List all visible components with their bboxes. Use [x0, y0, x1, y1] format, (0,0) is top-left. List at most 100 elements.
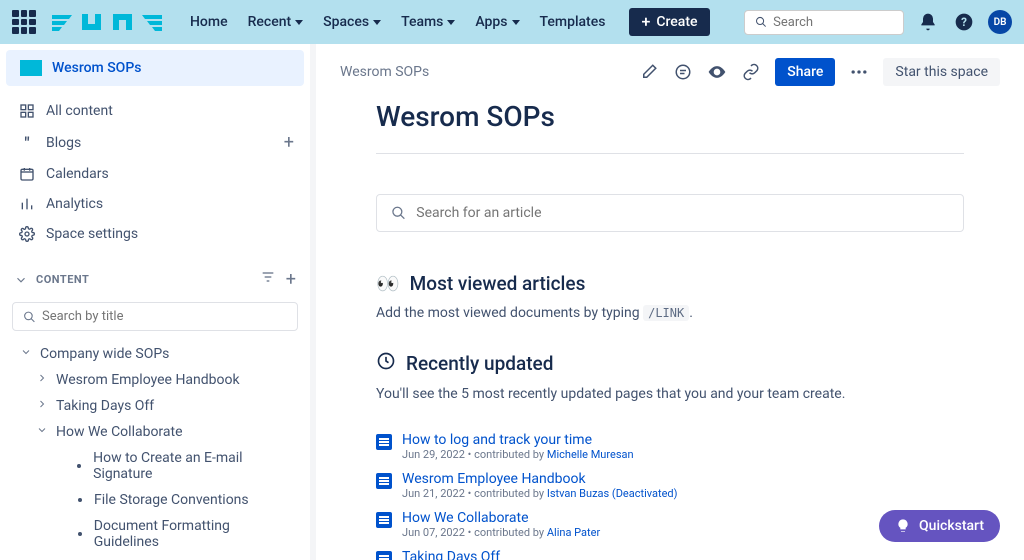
avatar[interactable]: DB — [988, 10, 1012, 34]
contributor-link[interactable]: Istvan Buzas (Deactivated) — [547, 487, 678, 500]
document-icon — [376, 473, 392, 489]
chart-icon — [18, 196, 36, 212]
app-switcher-icon[interactable] — [12, 10, 36, 34]
most-viewed-desc: Add the most viewed documents by typing … — [376, 305, 964, 321]
tree-item[interactable]: File Storage Conventions — [8, 487, 302, 513]
contributor-link[interactable]: Alina Pater — [547, 526, 600, 539]
chevron-down-icon[interactable] — [14, 273, 28, 287]
search-input[interactable] — [773, 15, 893, 30]
nav-item-home[interactable]: Home — [182, 8, 236, 36]
content-header-bar: Wesrom SOPs Share Star this space — [316, 44, 1024, 100]
tree-item[interactable]: Holding Effective Meetings — [8, 555, 302, 560]
quickstart-label: Quickstart — [919, 518, 984, 534]
nav-item-recent[interactable]: Recent — [240, 8, 312, 36]
tree-item[interactable]: How We Collaborate — [8, 419, 302, 445]
grid-icon — [18, 103, 36, 119]
divider — [376, 153, 964, 154]
recently-desc: You'll see the 5 most recently updated p… — [376, 386, 964, 402]
space-name: Wesrom SOPs — [52, 60, 141, 76]
title-search[interactable] — [12, 302, 298, 331]
recent-title[interactable]: Taking Days Off — [402, 549, 500, 560]
chevron-right-icon[interactable] — [36, 398, 48, 410]
space-header[interactable]: Wesrom SOPs — [6, 50, 304, 86]
clock-icon — [376, 351, 396, 376]
page-title: Wesrom SOPs — [376, 100, 964, 133]
add-icon[interactable]: + — [284, 132, 294, 153]
recent-meta: Jun 21, 2022 • contributed by Istvan Buz… — [402, 487, 677, 500]
chevron-down-icon[interactable] — [20, 346, 32, 358]
notifications-icon[interactable] — [916, 10, 940, 34]
logo[interactable] — [52, 10, 162, 34]
tree-item[interactable]: Company wide SOPs — [8, 341, 302, 367]
recently-updated-heading: Recently updated — [376, 351, 964, 376]
add-content-icon[interactable]: + — [286, 269, 296, 290]
quickstart-button[interactable]: Quickstart — [879, 510, 1000, 542]
tree-item[interactable]: How to Create an E-mail Signature — [8, 445, 302, 487]
search-icon — [23, 310, 36, 324]
recent-meta: Jun 29, 2022 • contributed by Michelle M… — [402, 448, 634, 461]
recent-title[interactable]: How to log and track your time — [402, 432, 634, 448]
recent-item: Taking Days Off — [376, 549, 964, 560]
main-layout: Wesrom SOPs All content"Blogs+CalendarsA… — [0, 44, 1024, 560]
topbar: HomeRecentSpacesTeamsAppsTemplates + Crea… — [0, 0, 1024, 44]
tree-item[interactable]: Taking Days Off — [8, 393, 302, 419]
header-actions: Share Star this space — [639, 58, 1000, 86]
create-label: Create — [656, 14, 697, 30]
contributor-link[interactable]: Michelle Muresan — [547, 448, 634, 461]
most-viewed-heading: 👀 Most viewed articles — [376, 272, 964, 295]
share-button[interactable]: Share — [775, 58, 835, 86]
page-tree: Company wide SOPsWesrom Employee Handboo… — [0, 341, 310, 560]
nav-item-apps[interactable]: Apps — [467, 8, 527, 36]
comment-icon[interactable] — [673, 62, 693, 82]
search-icon — [391, 205, 406, 221]
nav-items: HomeRecentSpacesTeamsAppsTemplates — [182, 8, 613, 36]
recent-title[interactable]: Wesrom Employee Handbook — [402, 471, 677, 487]
gear-icon — [18, 226, 36, 242]
sidebar-link-space-settings[interactable]: Space settings — [8, 219, 302, 249]
space-icon — [20, 60, 42, 76]
page-body: Wesrom SOPs 👀 Most viewed articles Add t… — [316, 100, 1024, 560]
help-icon[interactable]: ? — [952, 10, 976, 34]
sidebar-link-blogs[interactable]: "Blogs+ — [8, 126, 302, 159]
lightbulb-icon — [895, 518, 911, 534]
global-search[interactable] — [744, 10, 904, 35]
recent-item: Wesrom Employee HandbookJun 21, 2022 • c… — [376, 471, 964, 500]
tree-item[interactable]: Document Formatting Guidelines — [8, 513, 302, 555]
chevron-down-icon — [373, 20, 381, 25]
filter-icon[interactable] — [260, 269, 276, 285]
nav-item-teams[interactable]: Teams — [393, 8, 463, 36]
chevron-down-icon — [512, 20, 520, 25]
calendar-icon — [18, 166, 36, 182]
title-search-input[interactable] — [42, 309, 287, 324]
article-search[interactable] — [376, 194, 964, 232]
recent-title[interactable]: How We Collaborate — [402, 510, 600, 526]
document-icon — [376, 434, 392, 450]
sidebar-link-all-content[interactable]: All content — [8, 96, 302, 126]
link-code-chip: /LINK — [643, 305, 689, 321]
content-header: CONTENT + — [0, 261, 310, 298]
recent-meta: Jun 07, 2022 • contributed by Alina Pate… — [402, 526, 600, 539]
link-icon[interactable] — [741, 62, 761, 82]
plus-icon: + — [641, 14, 650, 30]
tree-item[interactable]: Wesrom Employee Handbook — [8, 367, 302, 393]
more-icon[interactable] — [849, 62, 869, 82]
svg-text:?: ? — [961, 15, 967, 29]
sidebar-links: All content"Blogs+CalendarsAnalyticsSpac… — [0, 92, 310, 253]
sidebar: Wesrom SOPs All content"Blogs+CalendarsA… — [0, 44, 310, 560]
breadcrumb[interactable]: Wesrom SOPs — [340, 64, 429, 80]
bullet-icon — [78, 498, 82, 502]
nav-item-templates[interactable]: Templates — [532, 8, 614, 36]
watch-icon[interactable] — [707, 62, 727, 82]
article-search-input[interactable] — [416, 205, 949, 221]
sidebar-link-analytics[interactable]: Analytics — [8, 189, 302, 219]
edit-icon[interactable] — [639, 62, 659, 82]
nav-item-spaces[interactable]: Spaces — [315, 8, 389, 36]
quote-icon: " — [18, 133, 36, 152]
sidebar-link-calendars[interactable]: Calendars — [8, 159, 302, 189]
chevron-down-icon[interactable] — [36, 424, 48, 436]
recent-item: How We CollaborateJun 07, 2022 • contrib… — [376, 510, 964, 539]
star-space-button[interactable]: Star this space — [883, 58, 1000, 86]
document-icon — [376, 512, 392, 528]
create-button[interactable]: + Create — [629, 8, 709, 36]
chevron-right-icon[interactable] — [36, 372, 48, 384]
